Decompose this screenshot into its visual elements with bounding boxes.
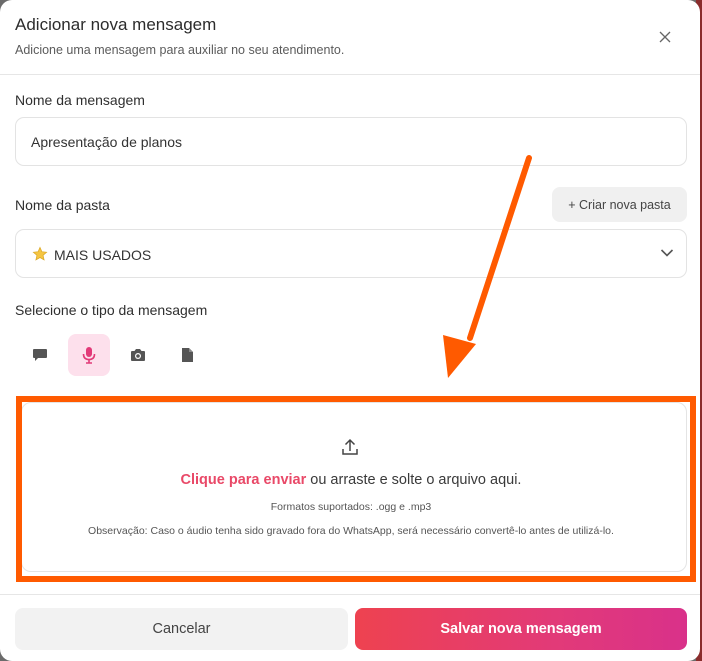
modal-header: Adicionar nova mensagem Adicione uma men…: [0, 0, 700, 75]
type-audio-button[interactable]: [68, 334, 110, 376]
save-message-button[interactable]: Salvar nova mensagem: [355, 608, 687, 650]
folder-select-value: MAIS USADOS: [54, 247, 152, 263]
microphone-icon: [82, 347, 96, 364]
type-document-button[interactable]: [166, 334, 208, 376]
add-message-modal: Adicionar nova mensagem Adicione uma men…: [0, 0, 700, 661]
message-name-label: Nome da mensagem: [15, 92, 145, 108]
message-type-label: Selecione o tipo da mensagem: [15, 302, 208, 318]
chat-bubble-icon: [33, 349, 47, 361]
document-icon: [182, 348, 193, 362]
type-text-button[interactable]: [19, 334, 61, 376]
star-icon: [32, 246, 48, 261]
folder-name-label: Nome da pasta: [15, 197, 110, 213]
close-icon: [659, 31, 671, 43]
create-folder-button[interactable]: + Criar nova pasta: [552, 187, 687, 222]
annotation-highlight-box: [16, 396, 696, 582]
chevron-down-icon: [660, 249, 674, 257]
message-name-input[interactable]: [15, 117, 687, 166]
modal-subtitle: Adicione uma mensagem para auxiliar no s…: [15, 43, 345, 57]
close-button[interactable]: [654, 26, 676, 48]
camera-icon: [131, 349, 145, 361]
modal-title: Adicionar nova mensagem: [15, 15, 217, 34]
folder-select[interactable]: MAIS USADOS: [15, 229, 687, 278]
cancel-button[interactable]: Cancelar: [15, 608, 348, 650]
type-image-button[interactable]: [117, 334, 159, 376]
